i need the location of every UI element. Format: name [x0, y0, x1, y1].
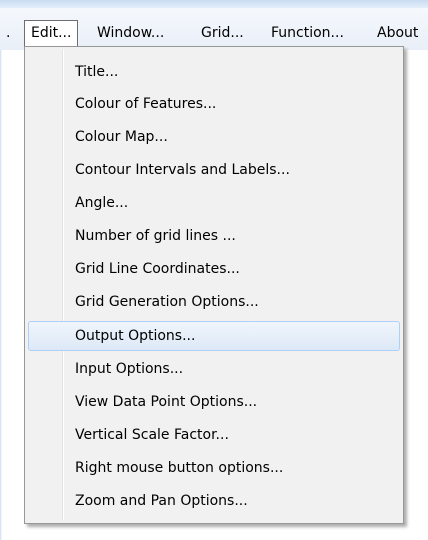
menu-item-view-data-point-options[interactable]: View Data Point Options... [28, 387, 400, 417]
menu-item-grid-line-coordinates[interactable]: Grid Line Coordinates... [28, 254, 400, 284]
menu-item-number-of-grid-lines[interactable]: Number of grid lines ... [28, 221, 400, 251]
menu-item-zoom-and-pan-options[interactable]: Zoom and Pan Options... [28, 486, 400, 516]
menu-item-title[interactable]: Title... [28, 57, 400, 87]
window-title-strip [0, 0, 428, 8]
menubar-item-window[interactable]: Window... [97, 20, 164, 46]
menu-item-colour-of-features[interactable]: Colour of Features... [28, 89, 400, 119]
menu-item-contour-intervals[interactable]: Contour Intervals and Labels... [28, 155, 400, 185]
window-left-edge [0, 50, 2, 540]
menubar-item-grid[interactable]: Grid... [201, 20, 244, 46]
menubar: . Edit... Window... Grid... Function... … [0, 8, 428, 50]
menu-item-input-options[interactable]: Input Options... [28, 354, 400, 384]
menubar-item-function[interactable]: Function... [271, 20, 344, 46]
edit-dropdown-menu: Title... Colour of Features... Colour Ma… [24, 46, 404, 524]
menubar-item-previous[interactable]: . [6, 20, 10, 46]
menu-item-output-options[interactable]: Output Options... [28, 321, 400, 351]
menu-item-colour-map[interactable]: Colour Map... [28, 122, 400, 152]
menu-item-right-mouse-button-options[interactable]: Right mouse button options... [28, 453, 400, 483]
menu-item-angle[interactable]: Angle... [28, 188, 400, 218]
menubar-item-about[interactable]: About [377, 20, 418, 46]
menu-item-vertical-scale-factor[interactable]: Vertical Scale Factor... [28, 420, 400, 450]
menu-item-grid-generation-options[interactable]: Grid Generation Options... [28, 287, 400, 317]
menubar-item-edit[interactable]: Edit... [24, 20, 79, 46]
